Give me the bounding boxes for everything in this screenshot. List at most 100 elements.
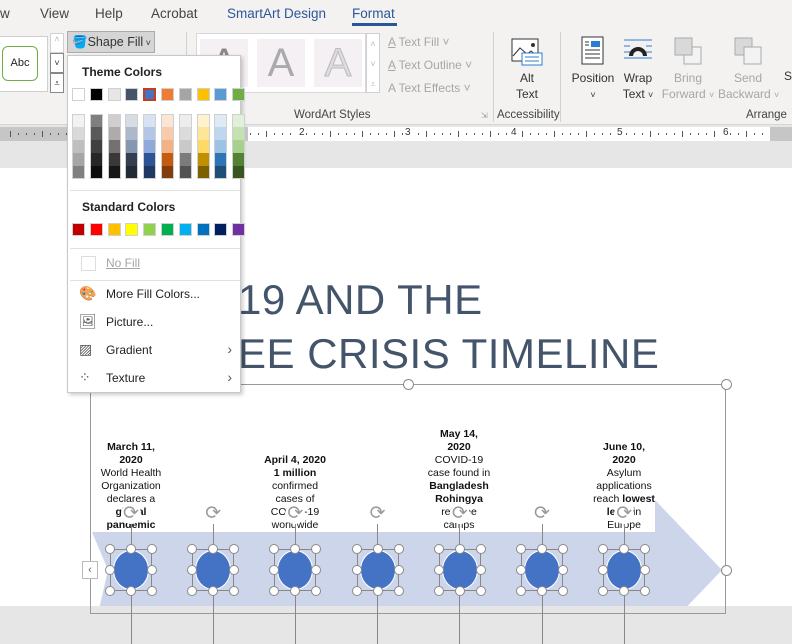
- rotate-handle-icon[interactable]: ⟳: [449, 504, 470, 524]
- resize-handle[interactable]: [475, 544, 486, 554]
- theme-shade-swatch[interactable]: [125, 114, 139, 127]
- send-backward-button[interactable]: Send Backward ˅: [718, 36, 779, 103]
- shape-style-gallery[interactable]: Abc: [0, 36, 48, 92]
- theme-shade-swatch[interactable]: [178, 140, 192, 153]
- no-fill-item[interactable]: No Fill: [78, 253, 238, 275]
- gallery-more[interactable]: ⩡: [50, 73, 64, 93]
- theme-shade-swatch[interactable]: [72, 166, 85, 179]
- theme-color-swatch[interactable]: [107, 88, 121, 101]
- resize-handle[interactable]: [558, 565, 568, 575]
- rotate-handle-icon[interactable]: ⟳: [285, 504, 306, 524]
- theme-shade-swatch[interactable]: [161, 127, 174, 140]
- theme-shade-swatch[interactable]: [214, 114, 228, 127]
- theme-color-swatch[interactable]: [125, 88, 139, 101]
- standard-color-swatch[interactable]: [89, 223, 103, 236]
- theme-color-swatch[interactable]: [214, 88, 228, 101]
- theme-shade-swatch[interactable]: [214, 166, 228, 179]
- theme-color-swatch[interactable]: [161, 88, 174, 101]
- theme-shade-swatch[interactable]: [107, 127, 121, 140]
- theme-shade-swatch[interactable]: [72, 153, 85, 166]
- resize-handle[interactable]: [372, 544, 383, 554]
- resize-handle[interactable]: [393, 565, 404, 575]
- theme-shade-swatch[interactable]: [89, 153, 103, 166]
- theme-color-swatch[interactable]: [178, 88, 192, 101]
- rotate-handle-icon[interactable]: ⟳: [614, 504, 635, 524]
- theme-shade-swatch[interactable]: [161, 114, 174, 127]
- theme-shade-swatch[interactable]: [107, 153, 121, 166]
- resize-handle[interactable]: [393, 544, 404, 554]
- theme-shade-swatch[interactable]: [232, 114, 246, 127]
- standard-color-swatch[interactable]: [161, 223, 174, 236]
- theme-shade-swatch[interactable]: [178, 166, 192, 179]
- rotate-handle-icon[interactable]: ⟳: [203, 504, 224, 524]
- resize-handle[interactable]: [147, 586, 157, 596]
- resize-handle[interactable]: [516, 586, 526, 596]
- alt-text-button[interactable]: Alt Text: [508, 36, 546, 102]
- standard-color-swatch[interactable]: [72, 223, 85, 236]
- frame-handle[interactable]: [403, 379, 414, 390]
- frame-handle[interactable]: [721, 379, 732, 390]
- resize-handle[interactable]: [147, 565, 157, 575]
- wordart-style-2[interactable]: A: [257, 39, 305, 87]
- theme-shade-swatch[interactable]: [107, 114, 121, 127]
- rotate-handle-icon[interactable]: ⟳: [367, 504, 388, 524]
- theme-shade-swatch[interactable]: [232, 166, 246, 179]
- standard-color-swatch[interactable]: [214, 223, 228, 236]
- theme-shade-swatch[interactable]: [72, 114, 85, 127]
- menu-item-picture[interactable]: 🖼 Picture...: [78, 312, 238, 334]
- menu-item-more-fill-colors[interactable]: 🎨 More Fill Colors...: [78, 284, 238, 306]
- theme-color-swatch[interactable]: [232, 88, 246, 101]
- resize-handle[interactable]: [126, 586, 136, 596]
- dialog-launcher-icon[interactable]: ⇲: [481, 111, 488, 120]
- resize-handle[interactable]: [558, 586, 568, 596]
- theme-shade-swatch[interactable]: [214, 140, 228, 153]
- theme-shade-swatch[interactable]: [196, 114, 210, 127]
- theme-shade-swatch[interactable]: [232, 127, 246, 140]
- standard-color-swatch[interactable]: [196, 223, 210, 236]
- menu-item-gradient[interactable]: ▨ Gradient ›: [78, 340, 238, 362]
- standard-color-swatch[interactable]: [178, 223, 192, 236]
- rotate-handle-icon[interactable]: ⟳: [121, 504, 141, 524]
- theme-shade-swatch[interactable]: [196, 140, 210, 153]
- resize-handle[interactable]: [537, 586, 547, 596]
- resize-handle[interactable]: [433, 544, 444, 554]
- resize-handle[interactable]: [351, 586, 362, 596]
- tab-format[interactable]: Format: [352, 6, 395, 21]
- theme-shade-swatch[interactable]: [107, 140, 121, 153]
- theme-shade-swatch[interactable]: [196, 153, 210, 166]
- position-button[interactable]: Position ˅: [570, 36, 616, 103]
- theme-color-swatch[interactable]: [72, 88, 85, 101]
- theme-color-swatch[interactable]: [142, 87, 158, 102]
- theme-shade-swatch[interactable]: [232, 140, 246, 153]
- resize-handle[interactable]: [351, 565, 362, 575]
- bring-forward-button[interactable]: Bring Forward ˅: [660, 36, 716, 103]
- collapse-text-pane-button[interactable]: ‹: [82, 561, 98, 579]
- theme-shade-swatch[interactable]: [178, 127, 192, 140]
- standard-color-swatch[interactable]: [125, 223, 139, 236]
- text-outline-button[interactable]: A Text Outline ˅: [388, 58, 472, 72]
- theme-shade-swatch[interactable]: [89, 140, 103, 153]
- theme-shade-swatch[interactable]: [161, 140, 174, 153]
- theme-shade-swatch[interactable]: [214, 153, 228, 166]
- resize-handle[interactable]: [475, 565, 486, 575]
- resize-handle[interactable]: [516, 544, 526, 554]
- resize-handle[interactable]: [147, 544, 157, 554]
- resize-handle[interactable]: [351, 544, 362, 554]
- tab-w[interactable]: w: [0, 6, 10, 21]
- theme-shade-swatch[interactable]: [72, 127, 85, 140]
- theme-shade-swatch[interactable]: [178, 114, 192, 127]
- resize-handle[interactable]: [454, 586, 465, 596]
- resize-handle[interactable]: [105, 586, 115, 596]
- menu-item-texture[interactable]: ⁘ Texture ›: [78, 368, 238, 390]
- resize-handle[interactable]: [516, 565, 526, 575]
- theme-shade-swatch[interactable]: [89, 166, 103, 179]
- resize-handle[interactable]: [433, 565, 444, 575]
- resize-handle[interactable]: [105, 544, 115, 554]
- theme-shade-swatch[interactable]: [125, 127, 139, 140]
- tab-view[interactable]: View: [40, 6, 69, 21]
- theme-shade-swatch[interactable]: [232, 153, 246, 166]
- rotate-handle-icon[interactable]: ⟳: [532, 504, 552, 524]
- standard-color-swatch[interactable]: [143, 223, 157, 236]
- theme-shade-swatch[interactable]: [143, 114, 157, 127]
- resize-handle[interactable]: [372, 586, 383, 596]
